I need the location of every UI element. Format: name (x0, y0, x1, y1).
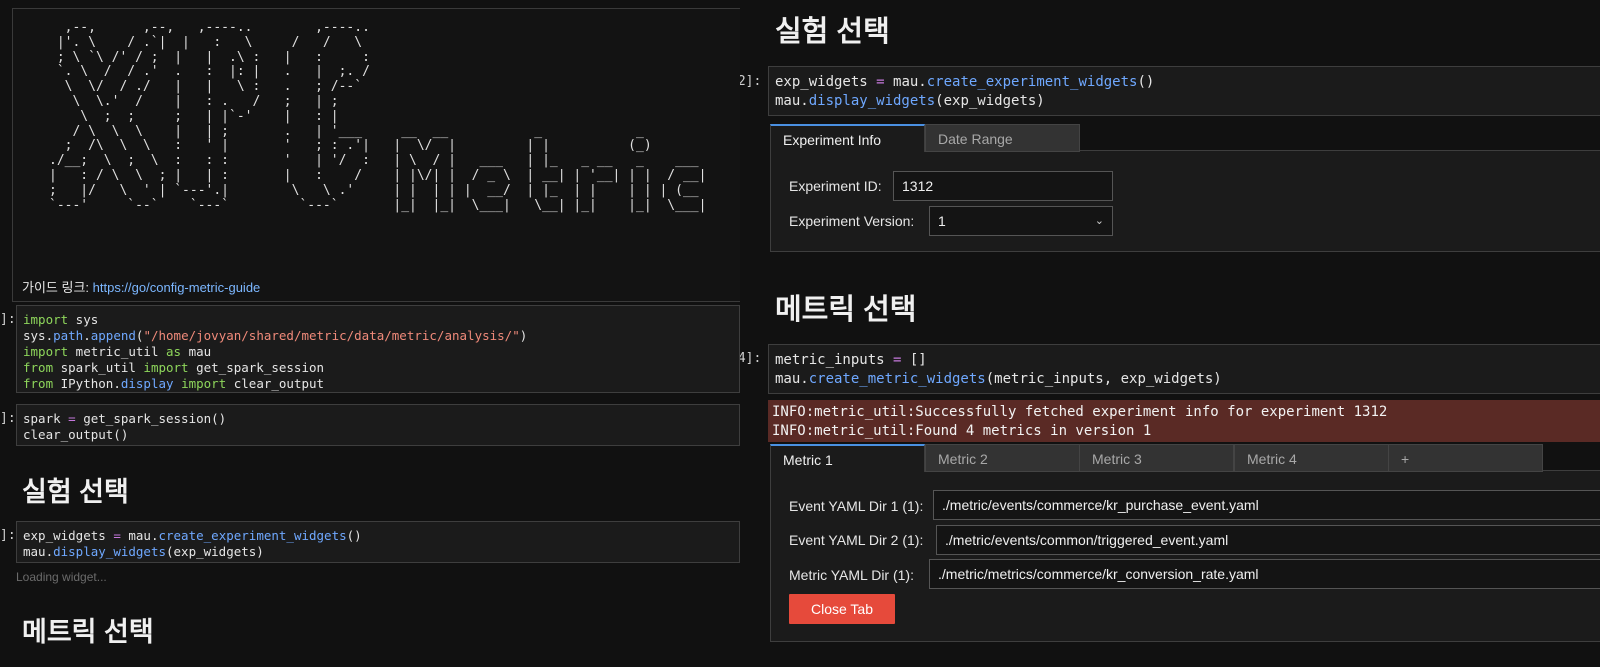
code-line: mau.create_metric_widgets(metric_inputs,… (775, 371, 1222, 387)
tab-metric-1[interactable]: Metric 1 (770, 444, 925, 472)
log-line: INFO:metric_util:Successfully fetched ex… (772, 404, 1388, 420)
cell-prompt: [2]: (740, 74, 762, 89)
cell-prompt: ]: (0, 411, 16, 426)
event-yaml-1-label: Event YAML Dir 1 (1): (789, 498, 924, 514)
experiment-version-value: 1 (938, 213, 946, 229)
code-line: spark = get_spark_session() (23, 411, 227, 426)
code-line: metric_inputs = [] (775, 352, 927, 368)
cell-prompt: [4]: (740, 351, 762, 366)
heading-experiment-select: 실험 선택 (22, 477, 129, 507)
code-line: exp_widgets = mau.create_experiment_widg… (23, 528, 362, 543)
code-line: import sys (23, 312, 99, 327)
guide-link-row: 가이드 링크: https://go/config-metric-guide (22, 277, 260, 296)
left-notebook-panel: ,--, ,--, ,----.. ,----.. |'. \ / .`| | … (0, 0, 740, 667)
code-line: from spark_util import get_spark_session (23, 360, 325, 375)
code-line: import metric_util as mau (23, 344, 212, 359)
event-yaml-1-field[interactable]: ./metric/events/commerce/kr_purchase_eve… (933, 490, 1600, 520)
metric-yaml-label: Metric YAML Dir (1): (789, 567, 914, 583)
code-cell-experiment[interactable]: exp_widgets = mau.create_experiment_widg… (768, 66, 1600, 116)
cell-prompt: ]: (0, 312, 16, 327)
code-line: clear_output() (23, 427, 129, 442)
metric-yaml-field[interactable]: ./metric/metrics/commerce/kr_conversion_… (929, 559, 1600, 589)
event-yaml-2-label: Event YAML Dir 2 (1): (789, 532, 924, 548)
right-notebook-panel: 실험 선택 [2]: exp_widgets = mau.create_expe… (740, 0, 1600, 667)
tab-date-range[interactable]: Date Range (925, 124, 1080, 152)
heading-experiment-select: 실험 선택 (775, 16, 890, 48)
heading-metric-select: 메트릭 선택 (775, 294, 917, 326)
close-tab-button[interactable]: Close Tab (789, 594, 896, 624)
tab-experiment-info[interactable]: Experiment Info (770, 124, 925, 152)
add-tab-button[interactable]: + (1388, 444, 1543, 472)
tab-metric-3[interactable]: Metric 3 (1079, 444, 1234, 472)
code-cell-spark[interactable]: spark = get_spark_session() clear_output(… (16, 404, 740, 446)
experiment-widget-panel (770, 150, 1600, 252)
code-line: from IPython.display import clear_output (23, 376, 325, 391)
guide-label: 가이드 링크: (22, 280, 93, 295)
code-line: mau.display_widgets(exp_widgets) (23, 544, 264, 559)
tab-metric-2[interactable]: Metric 2 (925, 444, 1080, 472)
log-output: INFO:metric_util:Successfully fetched ex… (768, 400, 1600, 442)
chevron-down-icon: ⌄ (1094, 215, 1104, 227)
log-line: INFO:metric_util:Found 4 metrics in vers… (772, 423, 1152, 439)
experiment-version-select[interactable]: 1 ⌄ (929, 206, 1113, 236)
ascii-banner: ,--, ,--, ,----.. ,----.. |'. \ / .`| | … (49, 20, 707, 213)
code-cell-experiment[interactable]: exp_widgets = mau.create_experiment_widg… (16, 521, 740, 563)
experiment-id-label: Experiment ID: (789, 178, 882, 194)
code-line: exp_widgets = mau.create_experiment_widg… (775, 74, 1155, 90)
guide-link[interactable]: https://go/config-metric-guide (93, 280, 261, 295)
code-line: mau.display_widgets(exp_widgets) (775, 93, 1045, 109)
experiment-version-label: Experiment Version: (789, 213, 915, 229)
heading-metric-select: 메트릭 선택 (22, 617, 154, 647)
tab-metric-4[interactable]: Metric 4 (1234, 444, 1389, 472)
code-line: sys.path.append("/home/jovyan/shared/met… (23, 328, 528, 343)
banner-markdown-cell: ,--, ,--, ,----.. ,----.. |'. \ / .`| | … (12, 8, 740, 302)
cell-prompt: ]: (0, 528, 16, 543)
code-cell-imports[interactable]: import sys sys.path.append("/home/jovyan/… (16, 305, 740, 393)
experiment-id-field[interactable]: 1312 (893, 171, 1113, 201)
event-yaml-2-field[interactable]: ./metric/events/common/triggered_event.y… (936, 525, 1600, 555)
code-cell-metric[interactable]: metric_inputs = [] mau.create_metric_widg… (768, 344, 1600, 394)
loading-widget-text: Loading widget... (16, 570, 107, 584)
